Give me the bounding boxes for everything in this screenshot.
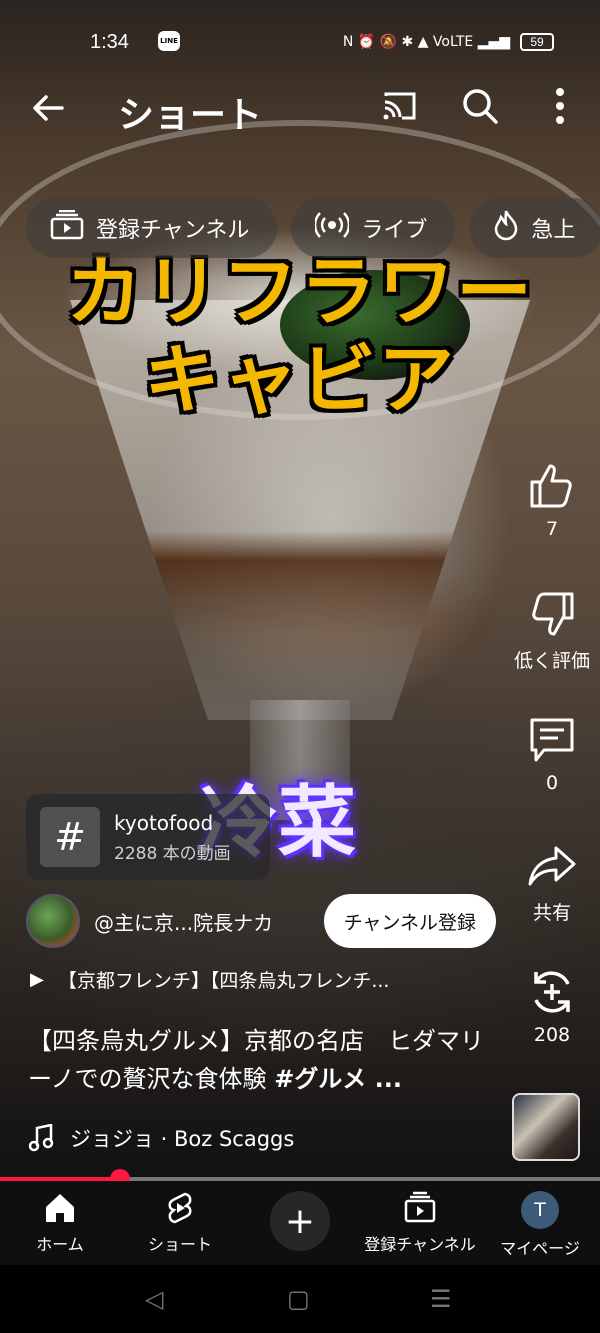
music-note-icon [28,1124,54,1152]
app-bar: ショート [0,78,600,138]
comment-button[interactable]: 0 [504,716,600,794]
bottom-nav: ホーム ショート + 登録チャンネル T マイページ [0,1181,600,1265]
channel-row: @主に京...院長ナカ チャンネル登録 [26,894,496,948]
status-bar: 1:34 LINE N ⏰ 🔕 ✱ ▲ VoLTE ▂▄▆ 59 [0,22,600,62]
dislike-label: 低く評価 [513,650,590,672]
nav-subscriptions[interactable]: 登録チャンネル [360,1191,480,1255]
remix-button[interactable]: 208 [504,968,600,1046]
nav-you-label: マイページ [500,1239,580,1258]
remix-count: 208 [533,1024,571,1046]
page-title: ショート [118,95,263,136]
playlist-link[interactable]: ▶ 【京都フレンチ】【四条烏丸フレンチ... [30,966,389,993]
chip-live[interactable]: ライブ [291,198,456,258]
more-vert-icon[interactable] [545,86,575,126]
trending-icon [493,209,519,247]
subscribe-button[interactable]: チャンネル登録 [323,894,496,948]
chip-trending[interactable]: 急上 [469,198,600,258]
system-recents-icon[interactable]: ☰ [430,1285,452,1313]
hashtag-card[interactable]: # kyotofood 2288 本の動画 [26,794,270,880]
like-button[interactable]: 7 [504,462,600,540]
share-label: 共有 [532,902,571,924]
thumb-up-icon [530,464,572,508]
share-button[interactable]: 共有 [504,842,600,925]
status-network-icons: N ⏰ 🔕 ✱ ▲ VoLTE ▂▄▆ [342,34,510,50]
system-nav-bar: ◁ ▢ ☰ [0,1265,600,1333]
filter-chips: 登録チャンネル ライブ 急上 [26,198,600,258]
remix-icon [534,971,570,1013]
dislike-button[interactable]: 低く評価 [504,590,600,673]
hashtag-name: kyotofood [114,810,214,835]
user-avatar: T [521,1191,559,1229]
comment-count: 0 [545,772,559,794]
status-icons: N ⏰ 🔕 ✱ ▲ VoLTE ▂▄▆ 59 [343,33,554,51]
hashtag-video-count: 2288 本の動画 [114,843,231,864]
search-icon[interactable] [460,86,500,126]
shorts-icon [168,1192,192,1224]
music-thumbnail[interactable] [512,1093,580,1161]
subscriptions-icon [404,1191,436,1223]
hashtag-icon: # [40,807,100,867]
music-text: ジョジョ · Boz Scaggs [70,1127,295,1151]
thumb-down-icon [532,592,574,636]
back-arrow-icon[interactable] [28,88,68,128]
system-home-icon[interactable]: ▢ [287,1285,310,1313]
nav-home[interactable]: ホーム [0,1191,120,1255]
like-count: 7 [545,518,559,540]
cast-icon[interactable] [382,90,418,122]
playlist-text: 【京都フレンチ】【四条烏丸フレンチ... [57,970,390,992]
nav-you[interactable]: T マイページ [480,1191,600,1259]
nav-home-label: ホーム [36,1235,84,1254]
share-icon [528,846,576,886]
subscriptions-icon [50,209,84,246]
nav-shorts-label: ショート [147,1235,212,1254]
chip-label: 登録チャンネル [96,218,250,243]
chip-subscriptions[interactable]: 登録チャンネル [26,198,278,258]
nav-subscriptions-label: 登録チャンネル [364,1235,476,1254]
status-time: 1:34 [90,30,129,53]
nav-shorts[interactable]: ショート [120,1191,240,1255]
video-description[interactable]: 【四条烏丸グルメ】京都の名店 ヒダマリーノでの贅沢な食体験 #グルメ ... [28,1022,498,1098]
home-icon [46,1194,74,1222]
line-app-icon: LINE [158,31,180,51]
description-text: 【四条烏丸グルメ】京都の名店 ヒダマリーノでの贅沢な食体験 [28,1027,484,1093]
comment-icon [530,718,574,762]
battery-icon: 59 [520,33,554,51]
description-hashtag[interactable]: #グルメ ... [274,1065,402,1093]
chip-label: ライブ [361,218,428,243]
live-icon [314,210,351,246]
channel-avatar[interactable] [26,894,80,948]
channel-name[interactable]: @主に京...院長ナカ [94,907,273,936]
music-row[interactable]: ジョジョ · Boz Scaggs [28,1123,294,1153]
play-icon: ▶ [30,969,44,990]
video-title-line2: キャビア [144,335,456,424]
create-button[interactable]: + [270,1191,330,1251]
system-back-icon[interactable]: ◁ [145,1285,163,1313]
chip-label: 急上 [531,218,576,243]
